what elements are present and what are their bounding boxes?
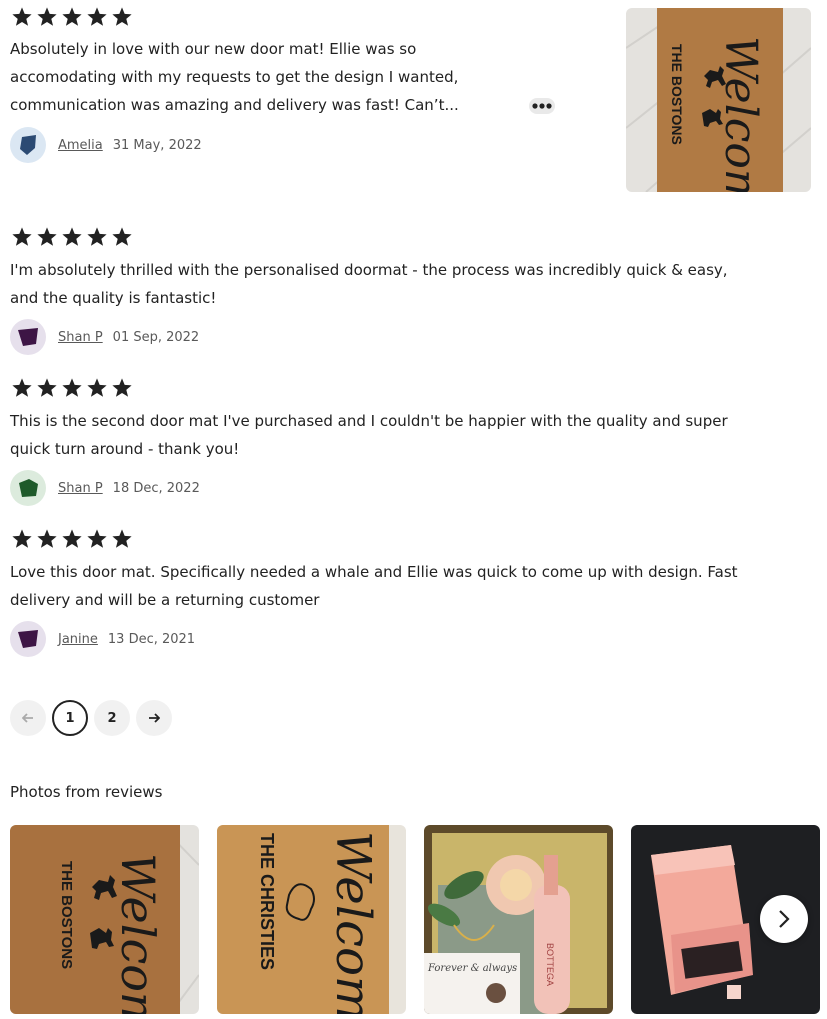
mat-text-welcome: Welcome [325, 831, 381, 1014]
star-icon [37, 227, 57, 246]
chevron-right-icon [779, 910, 790, 928]
review-text-line: accomodating with my requests to get the… [10, 68, 459, 86]
review-text: Absolutely in love with our new door mat… [10, 35, 570, 119]
review-text: I'm absolutely thrilled with the persona… [10, 256, 790, 312]
review-date: 18 Dec, 2022 [112, 480, 200, 496]
avatar [10, 470, 46, 506]
review-author-link[interactable]: Shan P [58, 330, 103, 345]
star-rating [10, 528, 790, 550]
star-icon [37, 378, 57, 397]
review-author-link[interactable]: Shan P [58, 481, 103, 496]
star-icon [112, 378, 132, 397]
star-icon [87, 378, 107, 397]
review-text-line: I'm absolutely thrilled with the persona… [10, 261, 728, 279]
review-meta: Shan P 18 Dec, 2022 [10, 470, 790, 506]
star-icon [37, 529, 57, 548]
review-1: Absolutely in love with our new door mat… [10, 6, 570, 163]
star-icon [112, 7, 132, 26]
avatar [10, 127, 46, 163]
review-author-link[interactable]: Janine [58, 632, 98, 647]
review-text-line: quick turn around - thank you! [10, 440, 240, 458]
ellipsis-icon [532, 103, 552, 109]
star-icon [112, 529, 132, 548]
star-icon [87, 7, 107, 26]
section-title: Photos from reviews [10, 783, 163, 801]
star-icon [62, 7, 82, 26]
page-button-2[interactable]: 2 [94, 700, 130, 736]
review-text-line: communication was amazing and delivery w… [10, 96, 459, 114]
review-text: This is the second door mat I've purchas… [10, 407, 790, 463]
pagination: 1 2 [10, 700, 172, 736]
review-photo[interactable]: Welcome THE BOSTONS [626, 8, 811, 192]
review-photo-thumbnail[interactable]: Welcome THE CHRISTIES [217, 825, 406, 1014]
review-4: Love this door mat. Specifically needed … [10, 528, 790, 657]
review-date: 31 May, 2022 [112, 137, 202, 153]
review-meta: Amelia 31 May, 2022 [10, 127, 570, 163]
star-icon [87, 529, 107, 548]
next-page-button[interactable] [136, 700, 172, 736]
star-icon [87, 227, 107, 246]
star-rating [10, 226, 790, 248]
avatar [10, 319, 46, 355]
review-text-line: Love this door mat. Specifically needed … [10, 563, 738, 581]
card-text: Forever & always [427, 963, 517, 974]
star-icon [62, 529, 82, 548]
star-icon [12, 378, 32, 397]
star-rating [10, 6, 570, 28]
carousel-next-button[interactable] [760, 895, 808, 943]
review-author-link[interactable]: Amelia [58, 138, 103, 153]
review-3: This is the second door mat I've purchas… [10, 377, 790, 506]
mat-text-name: THE BOSTONS [669, 44, 685, 145]
review-meta: Janine 13 Dec, 2021 [10, 621, 790, 657]
review-text-line: This is the second door mat I've purchas… [10, 412, 728, 430]
review-text-line: and the quality is fantastic! [10, 289, 217, 307]
review-meta: Shan P 01 Sep, 2022 [10, 319, 790, 355]
review-text-line: Absolutely in love with our new door mat… [10, 40, 417, 58]
page-button-1[interactable]: 1 [52, 700, 88, 736]
review-2: I'm absolutely thrilled with the persona… [10, 226, 790, 355]
review-photo-thumbnail[interactable]: Welcome THE BOSTONS [10, 825, 199, 1014]
mat-text-name: THE BOSTONS [58, 861, 75, 969]
star-rating [10, 377, 790, 399]
review-photo-thumbnail[interactable]: BOTTEGA Forever & always [424, 825, 613, 1014]
review-date: 01 Sep, 2022 [112, 329, 200, 345]
star-icon [62, 378, 82, 397]
mat-text-welcome: Welcome [715, 36, 766, 192]
arrow-left-icon [22, 713, 33, 723]
prev-page-button[interactable] [10, 700, 46, 736]
arrow-right-icon [149, 713, 160, 723]
review-text-line: delivery and will be a returning custome… [10, 591, 320, 609]
star-icon [12, 7, 32, 26]
star-icon [12, 227, 32, 246]
star-icon [112, 227, 132, 246]
more-options-button[interactable] [529, 98, 555, 114]
star-icon [12, 529, 32, 548]
star-icon [62, 227, 82, 246]
bottle-label: BOTTEGA [545, 943, 555, 986]
avatar [10, 621, 46, 657]
review-text: Love this door mat. Specifically needed … [10, 558, 790, 614]
mat-text-name: THE CHRISTIES [257, 833, 277, 970]
star-icon [37, 7, 57, 26]
mat-text-welcome: Welcome [111, 853, 165, 1014]
review-date: 13 Dec, 2021 [107, 631, 196, 647]
